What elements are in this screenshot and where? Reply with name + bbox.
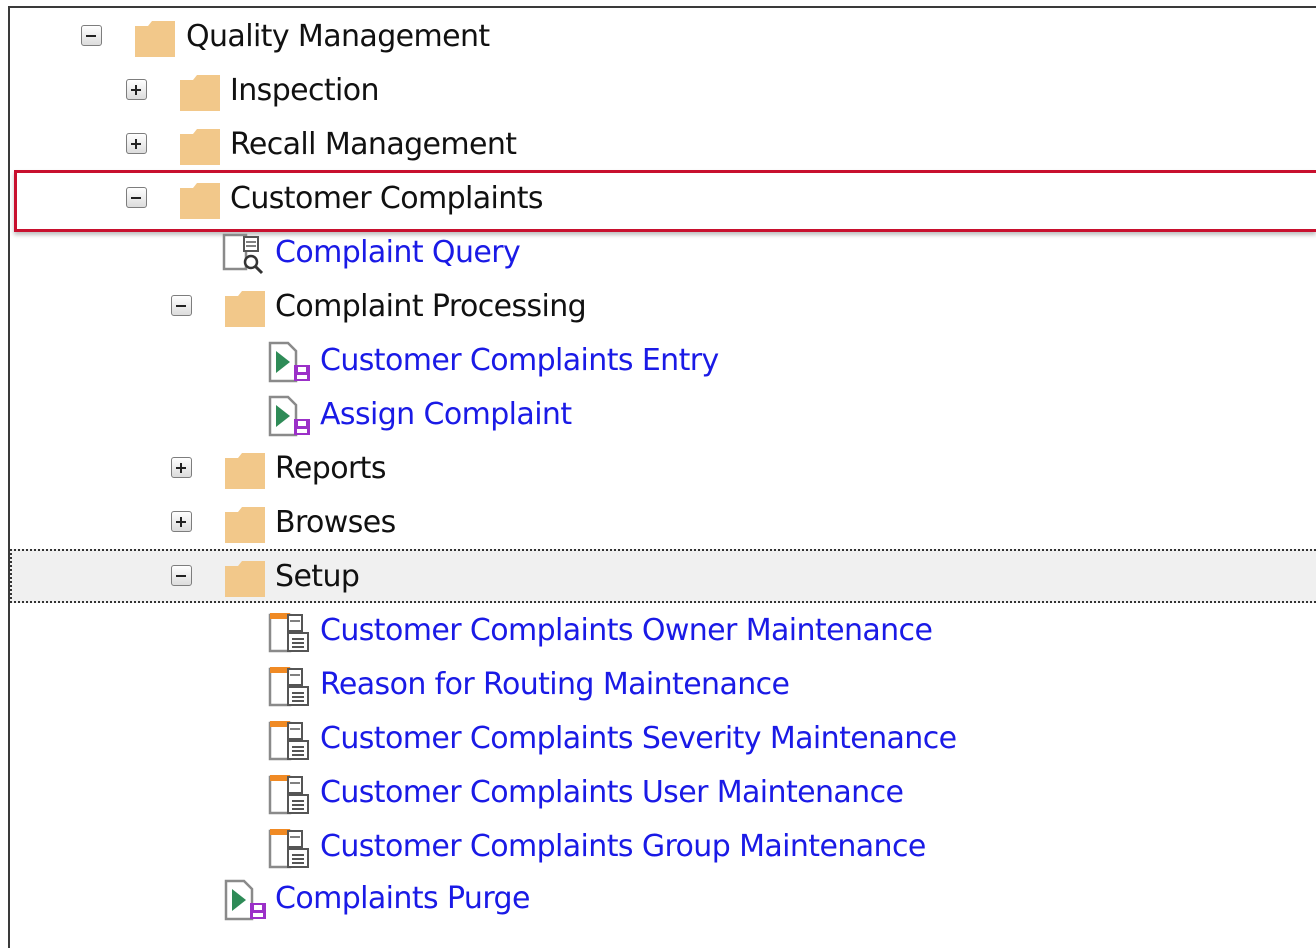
collapse-toggle-icon[interactable] — [171, 295, 192, 316]
program-icon — [268, 341, 310, 383]
tree-item-label[interactable]: Customer Complaints Severity Maintenance — [320, 718, 957, 760]
tree-item-severity-maintenance[interactable]: Customer Complaints Severity Maintenance — [0, 712, 1316, 766]
maintenance-icon — [268, 613, 309, 653]
tree-item-label[interactable]: Customer Complaints User Maintenance — [320, 772, 904, 814]
expand-toggle-icon[interactable] — [171, 511, 192, 532]
tree-item-label[interactable]: Complaints Purge — [275, 878, 530, 920]
tree-node-label: Browses — [275, 505, 396, 540]
tree-node-setup[interactable]: Setup — [0, 550, 1316, 604]
tree-item-label[interactable]: Reason for Routing Maintenance — [320, 664, 790, 706]
tree-item-complaints-purge[interactable]: Complaints Purge — [0, 872, 1316, 926]
tree-item-customer-complaints-entry[interactable]: Customer Complaints Entry — [0, 334, 1316, 388]
tree-item-routing-maintenance[interactable]: Reason for Routing Maintenance — [0, 658, 1316, 712]
collapse-toggle-icon[interactable] — [171, 565, 192, 586]
tree-item-assign-complaint[interactable]: Assign Complaint — [0, 388, 1316, 442]
query-icon — [222, 233, 264, 275]
collapse-toggle-icon[interactable] — [81, 25, 102, 46]
tree-node-recall-management[interactable]: Recall Management — [0, 118, 1316, 172]
tree-node-complaint-processing[interactable]: Complaint Processing — [0, 280, 1316, 334]
tree-node-label: Inspection — [230, 73, 380, 108]
folder-icon — [135, 21, 175, 57]
tree-item-label[interactable]: Customer Complaints Entry — [320, 340, 719, 382]
tree-item-group-maintenance[interactable]: Customer Complaints Group Maintenance — [0, 820, 1316, 874]
maintenance-icon — [268, 667, 309, 707]
expand-toggle-icon[interactable] — [126, 133, 147, 154]
tree-item-complaint-query[interactable]: Complaint Query — [0, 226, 1316, 280]
program-icon — [224, 879, 266, 921]
folder-icon — [225, 291, 265, 327]
tree-node-customer-complaints[interactable]: Customer Complaints — [0, 172, 1316, 226]
maintenance-icon — [268, 721, 309, 761]
tree-item-label[interactable]: Customer Complaints Group Maintenance — [320, 826, 926, 868]
program-icon — [268, 395, 310, 437]
tree-node-browses[interactable]: Browses — [0, 496, 1316, 550]
folder-icon — [180, 183, 220, 219]
tree-node-label: Complaint Processing — [275, 289, 587, 324]
folder-icon — [225, 561, 265, 597]
folder-icon — [180, 75, 220, 111]
collapse-toggle-icon[interactable] — [126, 187, 147, 208]
tree-node-label: Recall Management — [230, 127, 517, 162]
tree-node-reports[interactable]: Reports — [0, 442, 1316, 496]
folder-icon — [225, 453, 265, 489]
folder-icon — [180, 129, 220, 165]
tree-node-label: Reports — [275, 451, 386, 486]
tree-node-label: Quality Management — [186, 19, 490, 54]
tree-item-label[interactable]: Assign Complaint — [320, 394, 572, 436]
maintenance-icon — [268, 829, 309, 869]
tree-node-inspection[interactable]: Inspection — [0, 64, 1316, 118]
tree-item-label[interactable]: Customer Complaints Owner Maintenance — [320, 610, 933, 652]
tree-item-label[interactable]: Complaint Query — [275, 232, 521, 274]
expand-toggle-icon[interactable] — [126, 79, 147, 100]
tree-node-label: Customer Complaints — [230, 181, 543, 216]
tree-item-user-maintenance[interactable]: Customer Complaints User Maintenance — [0, 766, 1316, 820]
maintenance-icon — [268, 775, 309, 815]
tree-node-label: Setup — [275, 559, 360, 594]
folder-icon — [225, 507, 265, 543]
tree-item-owner-maintenance[interactable]: Customer Complaints Owner Maintenance — [0, 604, 1316, 658]
tree-node-quality-management[interactable]: Quality Management — [0, 10, 1316, 64]
expand-toggle-icon[interactable] — [171, 457, 192, 478]
